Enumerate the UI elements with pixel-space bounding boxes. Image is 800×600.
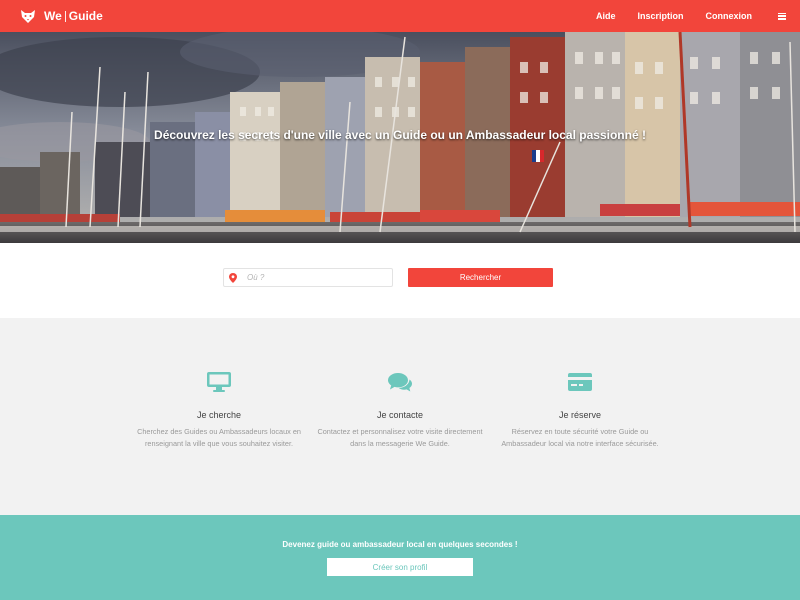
become-guide-text: Devenez guide ou ambassadeur local en qu…	[282, 540, 518, 549]
nav-link-inscription[interactable]: Inscription	[637, 11, 683, 21]
chat-bubbles-icon	[387, 370, 413, 394]
logo-word-we: We	[44, 9, 62, 23]
search-section: Rechercher	[0, 243, 800, 318]
feature-title: Je contacte	[376, 410, 424, 420]
how-it-works-section: Je cherche Cherchez des Guides ou Ambass…	[0, 318, 800, 515]
fox-head-icon	[18, 6, 38, 26]
header-nav: Aide Inscription Connexion	[574, 11, 786, 21]
feature-title: Je réserve	[558, 410, 602, 420]
create-profile-button[interactable]: Créer son profil	[327, 558, 473, 576]
location-pin-icon	[227, 272, 239, 284]
feature-title: Je cherche	[196, 410, 242, 420]
search-button[interactable]: Rechercher	[408, 268, 553, 287]
logo-word-guide: Guide	[68, 9, 103, 23]
logo-text: We Guide	[44, 9, 103, 23]
hero-title: Découvrez les secrets d'une ville avec u…	[154, 128, 646, 142]
location-search-field[interactable]	[223, 268, 393, 287]
nav-link-connexion[interactable]: Connexion	[706, 11, 753, 21]
we-guide-logo[interactable]: We Guide	[18, 0, 103, 32]
top-navbar: We Guide Aide Inscription Connexion	[0, 0, 800, 32]
nav-link-aide[interactable]: Aide	[596, 11, 616, 21]
feature-description: Cherchez des Guides ou Ambassadeurs loca…	[137, 427, 301, 448]
logo-divider	[64, 10, 66, 22]
feature-description: Réservez en toute sécurité votre Guide o…	[501, 427, 659, 448]
become-guide-section: Devenez guide ou ambassadeur local en qu…	[0, 515, 800, 600]
hamburger-menu-icon[interactable]	[778, 12, 786, 20]
location-search-input[interactable]	[247, 273, 387, 282]
hero-banner: Découvrez les secrets d'une ville avec u…	[0, 32, 800, 243]
credit-card-icon	[567, 370, 593, 394]
monitor-icon	[206, 370, 232, 394]
feature-description: Contactez et personnalisez votre visite …	[317, 427, 483, 448]
